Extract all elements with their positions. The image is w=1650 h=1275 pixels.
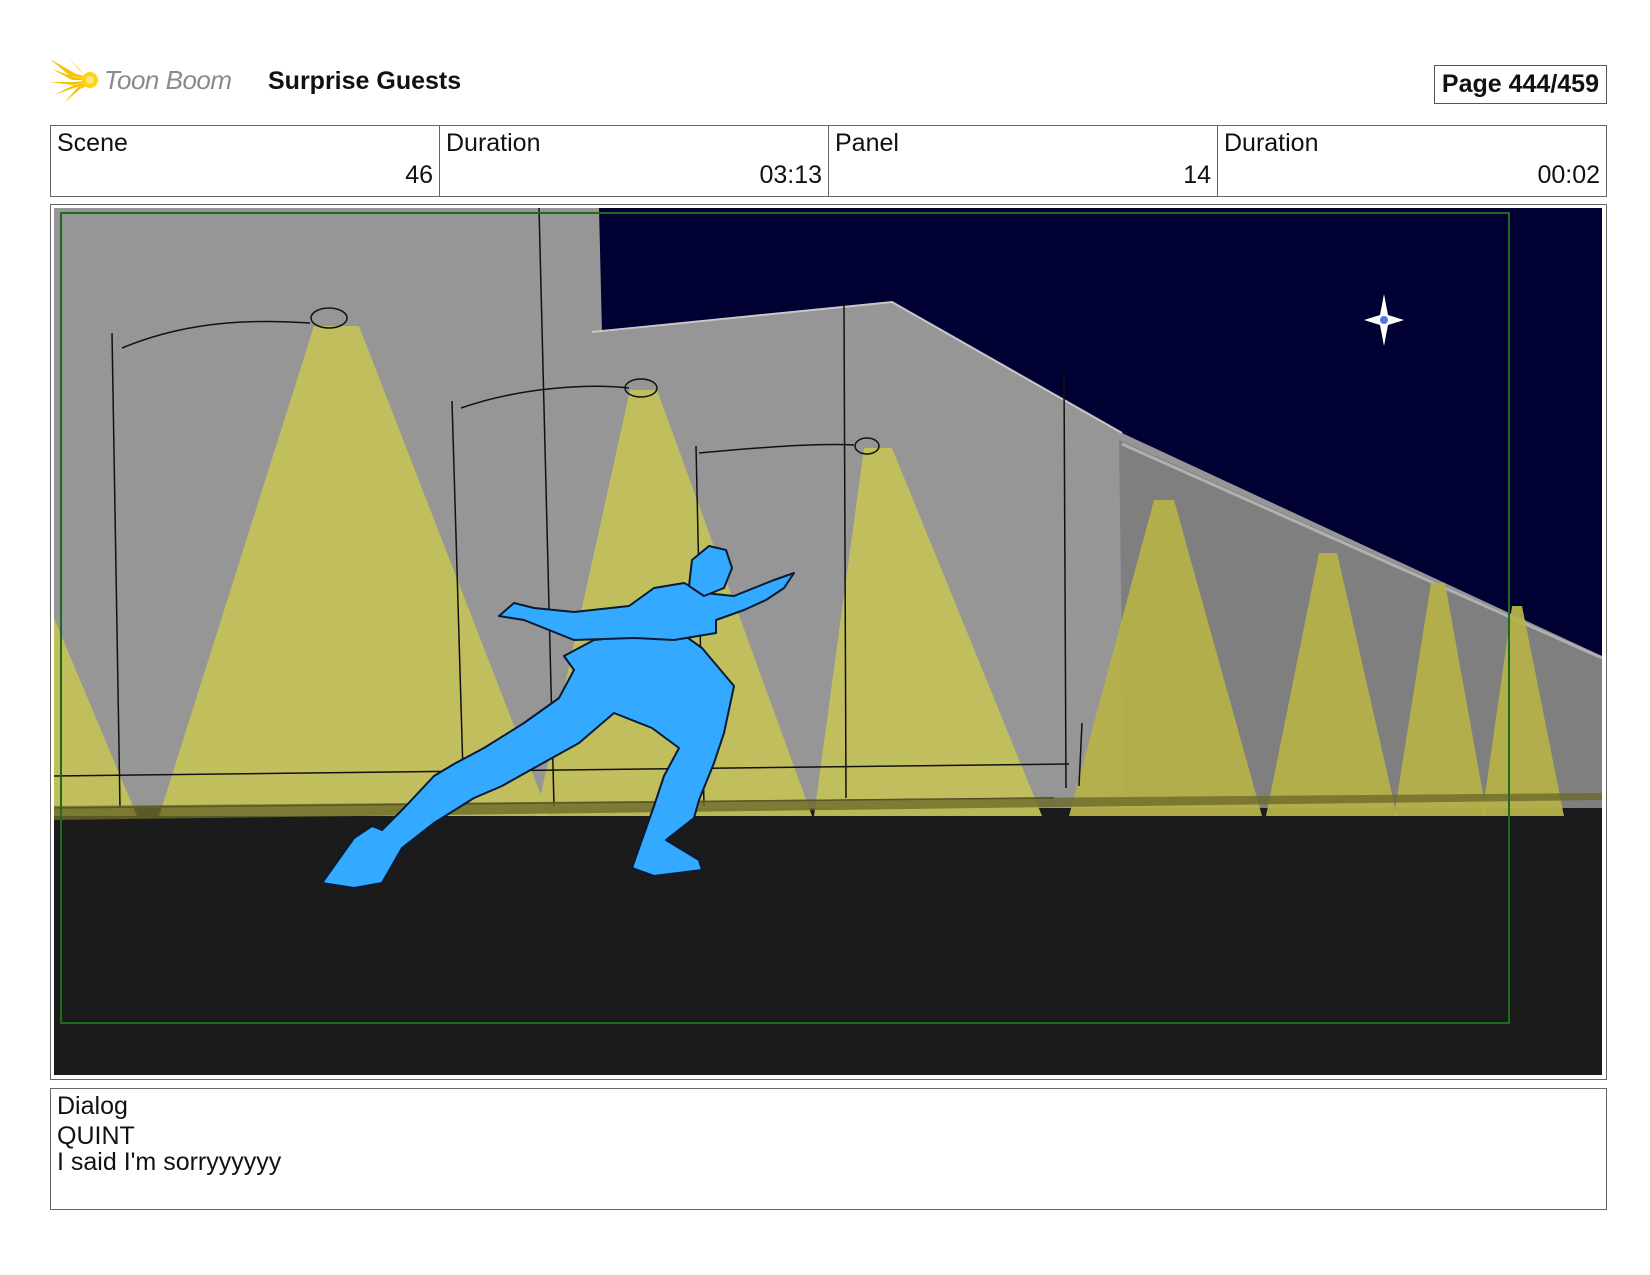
scene-label: Scene	[57, 129, 128, 157]
scene-cell: Scene 46	[51, 126, 440, 196]
dialog-line: I said I'm sorryyyyyy	[57, 1148, 282, 1176]
scene-info-table: Scene 46 Duration 03:13 Panel 14 Duratio…	[50, 125, 1607, 197]
panel-duration-label: Duration	[1224, 129, 1319, 157]
storyboard-panel	[50, 204, 1607, 1080]
scene-duration-value: 03:13	[759, 161, 822, 189]
scene-value: 46	[405, 161, 433, 189]
starburst-icon	[50, 57, 100, 103]
ground	[54, 808, 1602, 1075]
toon-boom-logo: Toon Boom	[50, 55, 232, 105]
logo-wordmark: Toon Boom	[104, 64, 232, 95]
panel-duration-cell: Duration 00:02	[1218, 126, 1606, 196]
page-number: Page 444/459	[1433, 65, 1607, 104]
storyboard-header: Toon Boom Surprise Guests Page 444/459	[50, 55, 1607, 105]
project-title: Surprise Guests	[268, 67, 462, 95]
scene-duration-cell: Duration 03:13	[440, 126, 829, 196]
dialog-label: Dialog	[57, 1092, 128, 1120]
panel-value: 14	[1183, 161, 1211, 189]
panel-drawing	[54, 208, 1602, 1075]
panel-label: Panel	[835, 129, 899, 157]
dialog-speaker: QUINT	[57, 1122, 135, 1150]
dialog-box: Dialog QUINT I said I'm sorryyyyyy	[50, 1088, 1607, 1210]
panel-duration-value: 00:02	[1537, 161, 1600, 189]
scene-duration-label: Duration	[446, 129, 541, 157]
panel-cell: Panel 14	[829, 126, 1218, 196]
